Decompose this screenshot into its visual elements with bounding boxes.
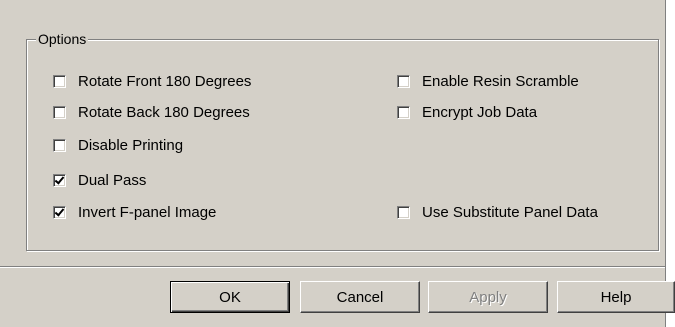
use-substitute-panel-checkbox[interactable]: Use Substitute Panel Data (397, 202, 598, 222)
checkbox-box-checked[interactable] (53, 173, 66, 187)
checkbox-label: Encrypt Job Data (422, 103, 538, 121)
dialog-edge (665, 0, 675, 327)
checkbox-box[interactable] (53, 74, 66, 88)
checkbox-box[interactable] (397, 74, 410, 88)
cancel-button[interactable]: Cancel (300, 281, 420, 313)
enable-resin-scramble-checkbox[interactable]: Enable Resin Scramble (397, 71, 579, 91)
ok-button[interactable]: OK (170, 281, 290, 313)
rotate-front-checkbox[interactable]: Rotate Front 180 Degrees (53, 71, 251, 91)
checkbox-box[interactable] (397, 205, 410, 219)
button-separator (0, 266, 665, 268)
checkbox-label: Enable Resin Scramble (422, 72, 579, 90)
checkbox-box[interactable] (397, 105, 410, 119)
disable-printing-checkbox[interactable]: Disable Printing (53, 135, 183, 155)
checkbox-box[interactable] (53, 105, 66, 119)
checkbox-label: Use Substitute Panel Data (422, 203, 598, 221)
rotate-back-checkbox[interactable]: Rotate Back 180 Degrees (53, 102, 250, 122)
help-button[interactable]: Help (557, 281, 675, 313)
checkbox-label: Disable Printing (78, 136, 184, 154)
checkbox-box-checked[interactable] (53, 205, 66, 219)
options-group-title: Options (36, 30, 89, 48)
checkbox-box[interactable] (53, 138, 66, 152)
checkbox-label: Rotate Front 180 Degrees (78, 72, 252, 90)
invert-fpanel-checkbox[interactable]: Invert F-panel Image (53, 202, 216, 222)
apply-button[interactable]: Apply (428, 281, 548, 313)
checkbox-label: Invert F-panel Image (78, 203, 217, 221)
checkbox-label: Dual Pass (78, 171, 147, 189)
dual-pass-checkbox[interactable]: Dual Pass (53, 170, 146, 190)
encrypt-job-data-checkbox[interactable]: Encrypt Job Data (397, 102, 537, 122)
printer-options-dialog: Options Rotate Front 180 Degrees Rotate … (0, 0, 675, 327)
checkbox-label: Rotate Back 180 Degrees (78, 103, 250, 121)
